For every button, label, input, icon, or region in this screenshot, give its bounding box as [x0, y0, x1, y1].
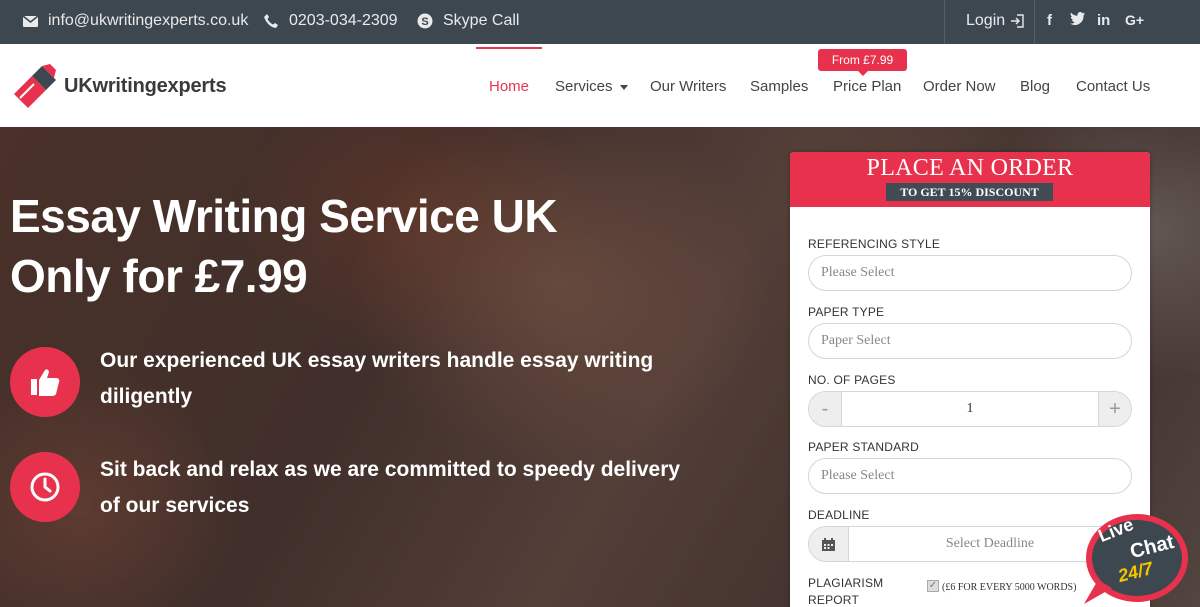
login-text: Login [966, 12, 1006, 29]
thumbs-up-icon [10, 347, 80, 417]
referencing-style-select[interactable]: Please Select [808, 255, 1132, 291]
skype-link[interactable]: S Skype Call [417, 12, 519, 30]
google-plus-icon[interactable]: G+ [1125, 12, 1144, 28]
nav-order-now[interactable]: Order Now [923, 78, 996, 95]
increment-button[interactable]: + [1099, 392, 1131, 426]
plagiarism-checkbox[interactable]: ✓ [927, 580, 939, 592]
paper-type-label: PAPER TYPE [808, 305, 885, 319]
twitter-icon[interactable] [1070, 12, 1085, 29]
referencing-style-label: REFERENCING STYLE [808, 237, 941, 251]
nav-blog[interactable]: Blog [1020, 78, 1050, 95]
feature-2-line-2: of our services [100, 494, 250, 517]
site-logo[interactable]: UKwritingexperts [12, 64, 227, 108]
skype-text: Skype Call [443, 12, 520, 29]
discount-label: TO GET 15% DISCOUNT [886, 183, 1053, 201]
paper-standard-label: PAPER STANDARD [808, 440, 920, 454]
nav-contact-us[interactable]: Contact Us [1076, 78, 1150, 95]
facebook-icon[interactable]: f [1047, 12, 1052, 29]
clock-icon [10, 452, 80, 522]
pages-input[interactable]: 1 [841, 392, 1099, 426]
feature-1-line-1: Our experienced UK essay writers handle … [100, 349, 654, 372]
skype-icon: S [417, 13, 433, 29]
feature-1-text: Our experienced UK essay writers handle … [100, 343, 760, 415]
email-text: info@ukwritingexperts.co.uk [48, 12, 249, 29]
nav-price-plan[interactable]: Price Plan [833, 78, 901, 95]
caret-down-icon [619, 84, 628, 90]
calendar-icon [809, 527, 849, 561]
brand-name: UKwritingexperts [64, 74, 227, 97]
plagiarism-label-2: REPORT [808, 593, 859, 607]
nav-our-writers[interactable]: Our Writers [650, 78, 726, 95]
feature-2-line-1: Sit back and relax as we are committed t… [100, 458, 681, 481]
login-link[interactable]: Login [966, 12, 1025, 30]
paper-type-select[interactable]: Paper Select [808, 323, 1132, 359]
nav-samples[interactable]: Samples [750, 78, 808, 95]
envelope-icon [22, 13, 38, 29]
paper-standard-select[interactable]: Please Select [808, 458, 1132, 494]
pages-stepper: - 1 + [808, 391, 1132, 427]
top-bar: info@ukwritingexperts.co.uk 0203-034-230… [0, 0, 1200, 44]
feature-2-text: Sit back and relax as we are committed t… [100, 452, 760, 524]
topbar-divider [1034, 0, 1035, 44]
svg-text:S: S [421, 16, 428, 28]
nav-home[interactable]: Home [489, 78, 529, 95]
hero-title-line-2: Only for £7.99 [10, 250, 308, 302]
email-link[interactable]: info@ukwritingexperts.co.uk [22, 12, 248, 30]
price-badge: From £7.99 [818, 49, 907, 76]
phone-link[interactable]: 0203-034-2309 [263, 12, 398, 30]
phone-text: 0203-034-2309 [289, 12, 398, 29]
nav-services-label: Services [555, 78, 613, 95]
plagiarism-label-1: PLAGIARISM [808, 576, 884, 590]
pages-label: NO. OF PAGES [808, 373, 896, 387]
phone-icon [263, 13, 279, 29]
live-chat-button[interactable]: Live Chat 24/7 [1080, 508, 1190, 607]
pen-logo-icon [14, 64, 56, 108]
nav-services[interactable]: Services [555, 78, 628, 95]
feature-1-line-2: diligently [100, 385, 193, 408]
main-navbar: UKwritingexperts Home Services Our Write… [0, 44, 1200, 127]
active-nav-indicator [476, 47, 542, 49]
order-form-header: PLACE AN ORDER TO GET 15% DISCOUNT [790, 152, 1150, 207]
topbar-divider [944, 0, 945, 44]
order-form-title: PLACE AN ORDER [866, 155, 1074, 181]
deadline-label: DEADLINE [808, 508, 870, 522]
login-icon [1009, 13, 1025, 29]
plagiarism-note: (£6 FOR EVERY 5000 WORDS) [942, 582, 1077, 593]
linkedin-icon[interactable]: in [1097, 12, 1110, 29]
hero-title-line-1: Essay Writing Service UK [10, 190, 558, 242]
decrement-button[interactable]: - [809, 392, 841, 426]
